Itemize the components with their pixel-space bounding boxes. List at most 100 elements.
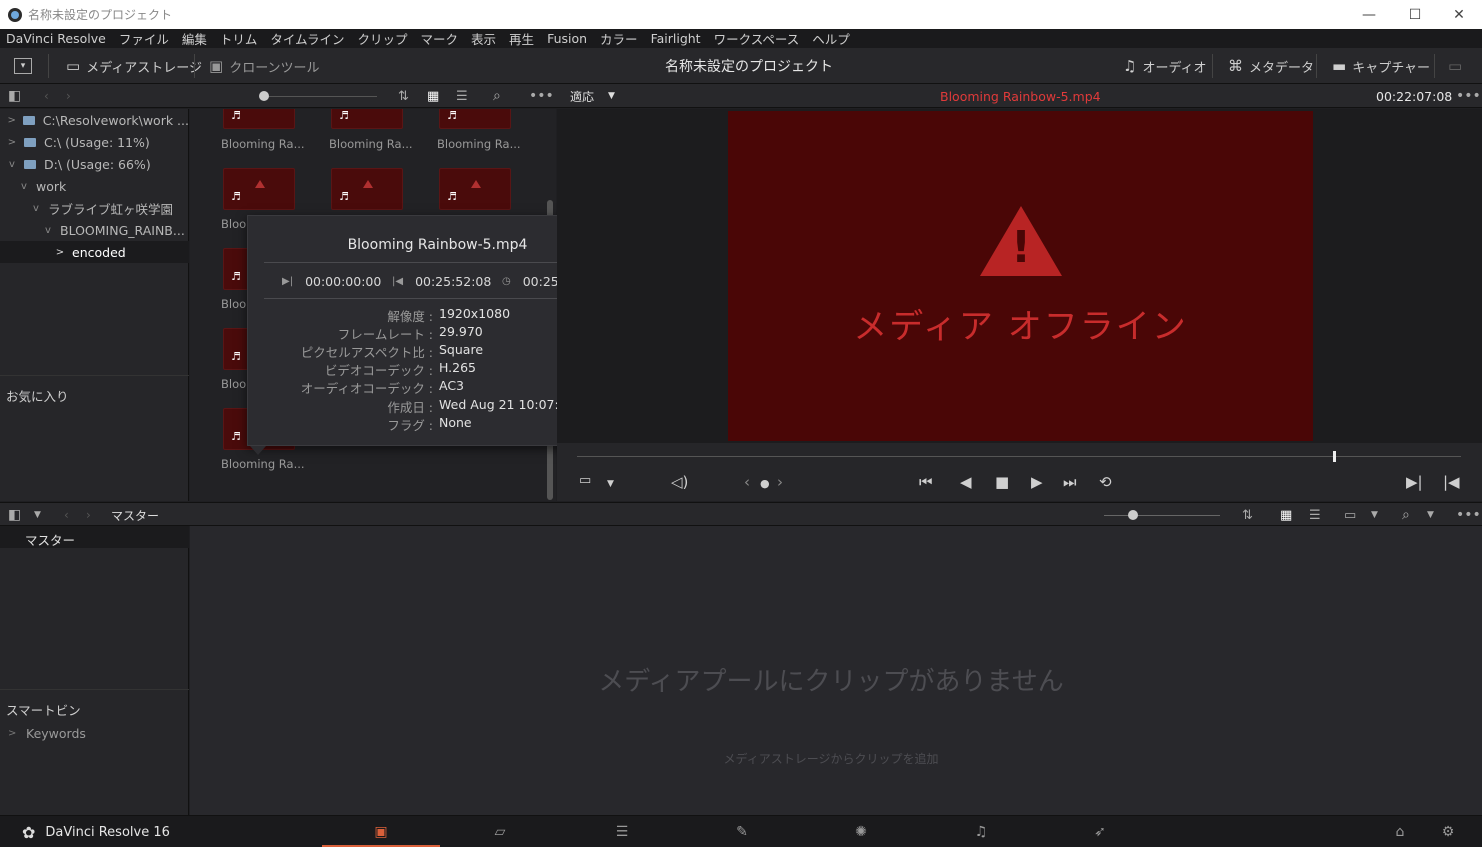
page-edit-tab[interactable]: ☰ [592, 816, 652, 847]
project-settings-button[interactable]: ⚙ [1434, 816, 1462, 847]
clip-view-icon[interactable]: ▭ [1344, 503, 1356, 527]
page-deliver-tab[interactable]: ➶ [1070, 816, 1130, 847]
minimize-button[interactable]: — [1346, 0, 1392, 29]
tree-item-d-drive[interactable]: v D:\ (Usage: 66%) [0, 153, 189, 175]
viewer-mode-icon[interactable]: ▭ [579, 473, 591, 488]
grid-view-icon[interactable]: ▦ [427, 84, 439, 108]
sort-icon[interactable]: ⇅ [398, 84, 409, 108]
playhead[interactable] [1333, 451, 1336, 462]
thumb-size-slider-track[interactable] [262, 96, 377, 97]
tree-item-lovelive[interactable]: v ラブライブ虹ヶ咲学園 [0, 197, 189, 219]
back-arrow-icon[interactable]: ‹ [44, 84, 49, 108]
audio-button[interactable]: ♫ オーディオ [1123, 48, 1207, 84]
chevron-down-icon: v [9, 158, 15, 170]
forward-arrow-icon[interactable]: › [86, 503, 91, 527]
list-view-icon[interactable]: ☰ [1309, 503, 1321, 527]
fullscreen-monitor-button[interactable]: ▭ [1448, 48, 1468, 84]
chevron-down-icon[interactable]: ▼ [1427, 503, 1434, 527]
list-view-icon[interactable]: ☰ [456, 84, 468, 108]
chevron-down-icon[interactable]: ▼ [1371, 503, 1378, 527]
back-arrow-icon[interactable]: ‹ [64, 503, 69, 527]
media-storage-button[interactable]: ▭ メディアストレージ [66, 48, 202, 84]
menu-mark[interactable]: マーク [421, 29, 459, 48]
chevron-right-icon: > [7, 114, 16, 126]
more-options-icon[interactable]: ••• [529, 84, 554, 108]
mark-in-icon[interactable]: ▶| [1406, 473, 1423, 491]
jog-dot-icon[interactable]: ● [760, 477, 770, 490]
sidebar-toggle-icon[interactable]: ◧ [8, 503, 21, 527]
clock-icon: ◷ [502, 276, 511, 287]
search-icon[interactable]: ⌕ [493, 84, 501, 108]
pool-thumb-slider-track[interactable] [1104, 515, 1220, 516]
thumb-size-slider-knob[interactable] [259, 91, 269, 101]
pool-thumb-slider-knob[interactable] [1128, 510, 1138, 520]
page-media-tab[interactable]: ▣ [322, 816, 440, 847]
close-button[interactable]: ✕ [1436, 0, 1482, 29]
viewer-zoom-select[interactable]: 適応 ▼ [570, 84, 615, 108]
clip-thumbnail[interactable]: ♬ [439, 168, 511, 210]
clip-thumbnail[interactable]: ♬ [223, 168, 295, 210]
menu-workspace[interactable]: ワークスペース [714, 29, 800, 48]
monitor-icon: ▭ [1448, 57, 1463, 75]
tree-item-blooming-rainbow[interactable]: v BLOOMING_RAINB... [0, 219, 189, 241]
search-icon[interactable]: ⌕ [1402, 503, 1410, 527]
play-icon[interactable]: ▶ [1031, 473, 1043, 491]
jog-left-icon[interactable]: ‹ [744, 473, 750, 491]
capture-button[interactable]: ▬ キャプチャー [1332, 48, 1430, 84]
menu-view[interactable]: 表示 [471, 29, 496, 48]
page-fairlight-tab[interactable]: ♫ [951, 816, 1011, 847]
jog-right-icon[interactable]: › [777, 473, 783, 491]
menu-davinci[interactable]: DaVinci Resolve [6, 31, 106, 46]
page-color-tab[interactable]: ✺ [831, 816, 891, 847]
loop-icon[interactable]: ⟲ [1099, 473, 1112, 491]
mark-out-icon[interactable]: |◀ [1443, 473, 1460, 491]
menu-timeline[interactable]: タイムライン [270, 29, 344, 48]
menu-file[interactable]: ファイル [119, 29, 169, 48]
clone-tool-button[interactable]: ▣ クローンツール [209, 48, 320, 84]
tree-item-work[interactable]: v work [0, 175, 189, 197]
clip-thumbnail[interactable]: ♬ [223, 109, 295, 129]
forward-arrow-icon[interactable]: › [66, 84, 71, 108]
menu-fusion[interactable]: Fusion [547, 31, 587, 46]
volume-icon[interactable]: ◁) [671, 473, 688, 491]
chevron-down-icon[interactable]: ▼ [34, 503, 41, 527]
grid-view-icon[interactable]: ▦ [1280, 503, 1292, 527]
tree-item-resolvework[interactable]: > C:\Resolvework\work ... [0, 109, 189, 131]
menu-help[interactable]: ヘルプ [812, 29, 850, 48]
clip-thumbnail[interactable]: ♬ [439, 109, 511, 129]
maximize-button[interactable]: ☐ [1392, 0, 1438, 29]
page-fusion-tab[interactable]: ✎ [712, 816, 772, 847]
sort-icon[interactable]: ⇅ [1242, 503, 1253, 527]
meta-key: 作成日 : [387, 400, 433, 415]
clip-thumbnail[interactable]: ♬ [331, 109, 403, 129]
go-to-start-icon[interactable]: ⏮ [919, 473, 933, 491]
panel-toggle-button[interactable]: ▾ [14, 48, 38, 84]
viewer-options-icon[interactable]: ••• [1456, 84, 1481, 108]
go-to-end-icon[interactable]: ⏭ [1063, 473, 1077, 491]
tree-item-encoded[interactable]: > encoded [0, 241, 189, 263]
menu-fairlight[interactable]: Fairlight [651, 31, 701, 46]
clip-thumbnail[interactable]: ♬ [331, 168, 403, 210]
more-options-icon[interactable]: ••• [1456, 503, 1481, 527]
sidebar-toggle-icon[interactable]: ◧ [8, 84, 21, 108]
play-reverse-icon[interactable]: ◀ [960, 473, 972, 491]
tree-item-c-drive[interactable]: > C:\ (Usage: 11%) [0, 131, 189, 153]
scrub-bar[interactable] [577, 456, 1461, 457]
menu-color[interactable]: カラー [600, 29, 638, 48]
smart-bin-keywords[interactable]: > Keywords [0, 726, 86, 741]
page-cut-tab[interactable]: ▱ [470, 816, 530, 847]
viewer-frame[interactable]: ! メディア オフライン [728, 111, 1313, 441]
project-manager-button[interactable]: ⌂ [1386, 816, 1414, 847]
chevron-down-icon[interactable]: ▼ [607, 479, 614, 489]
tree-item-label: ラブライブ虹ヶ咲学園 [48, 201, 174, 217]
menu-edit[interactable]: 編集 [182, 29, 207, 48]
metadata-button[interactable]: ⌘ メタデータ [1228, 48, 1314, 84]
menu-trim[interactable]: トリム [220, 29, 258, 48]
media-pool-area[interactable]: メディアプールにクリップがありません メディアストレージからクリップを追加 [190, 526, 1482, 815]
bin-master[interactable]: マスター [0, 526, 189, 548]
menu-clip[interactable]: クリップ [358, 29, 408, 48]
menu-playback[interactable]: 再生 [509, 29, 534, 48]
audio-note-icon: ♬ [231, 350, 241, 363]
meta-value: AC3 [439, 378, 465, 393]
stop-icon[interactable]: ■ [995, 473, 1009, 491]
